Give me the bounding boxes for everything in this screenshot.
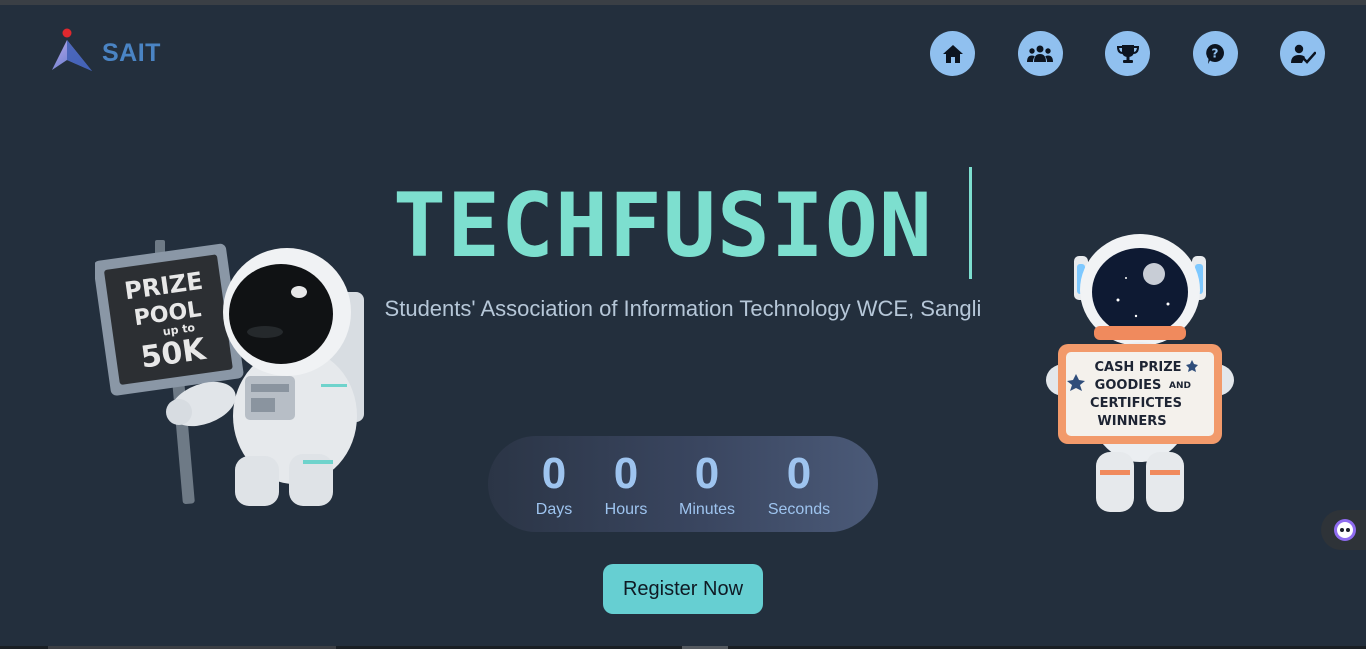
site-logo[interactable]: SAIT bbox=[50, 28, 161, 74]
countdown-seconds: 0 Seconds bbox=[764, 448, 834, 520]
countdown-minutes-value: 0 bbox=[694, 449, 720, 498]
astronaut-prize-pool-illustration: PRIZE POOL up to 50K bbox=[95, 240, 364, 506]
hero-title: TECHFUSION bbox=[393, 174, 933, 277]
sign-line-cash-prize: CASH PRIZE bbox=[1094, 360, 1181, 375]
hero-subtitle: Students' Association of Information Tec… bbox=[384, 296, 982, 321]
sign-line-certificates: CERTIFICTES bbox=[1090, 396, 1182, 411]
countdown-seconds-label: Seconds bbox=[767, 501, 831, 518]
countdown-minutes-label: Minutes bbox=[678, 501, 736, 518]
logo-text: SAIT bbox=[102, 38, 161, 67]
trophy-icon bbox=[1116, 44, 1139, 63]
countdown-days-label: Days bbox=[535, 501, 573, 518]
svg-text:?: ? bbox=[1212, 46, 1219, 60]
countdown-hours: 0 Hours bbox=[601, 448, 651, 520]
sign-line-and: AND bbox=[1169, 381, 1191, 391]
sait-logo-icon bbox=[52, 28, 92, 71]
countdown-hours-label: Hours bbox=[604, 501, 648, 518]
team-icon bbox=[1027, 45, 1053, 62]
astronaut-cash-prize-illustration: CASH PRIZE GOODIES AND CERTIFICTES WINNE… bbox=[1046, 234, 1234, 512]
countdown-seconds-value: 0 bbox=[786, 449, 812, 498]
countdown-days-value: 0 bbox=[541, 449, 567, 498]
countdown-days: 0 Days bbox=[534, 448, 574, 520]
sign-line-goodies: GOODIES bbox=[1095, 378, 1162, 393]
countdown-minutes: 0 Minutes bbox=[675, 448, 739, 520]
window-top-border bbox=[0, 0, 1366, 5]
chat-widget-button[interactable] bbox=[1321, 510, 1366, 550]
home-icon bbox=[942, 44, 963, 63]
register-user-icon bbox=[1290, 44, 1316, 64]
sign-line-winners: WINNERS bbox=[1097, 414, 1166, 429]
top-nav: ? bbox=[930, 31, 1325, 76]
nav-team-button[interactable] bbox=[1017, 31, 1063, 76]
nav-home-button[interactable] bbox=[930, 31, 975, 76]
nav-register-button[interactable] bbox=[1280, 31, 1325, 76]
countdown-hours-value: 0 bbox=[613, 449, 639, 498]
nav-faq-button[interactable]: ? bbox=[1192, 31, 1238, 76]
chatbot-icon bbox=[1334, 519, 1356, 541]
help-icon: ? bbox=[1206, 43, 1224, 64]
register-now-button[interactable]: Register Now bbox=[603, 564, 763, 614]
typing-caret bbox=[969, 167, 972, 279]
countdown-timer: 0 Days 0 Hours 0 Minutes 0 Seconds bbox=[488, 436, 878, 532]
nav-prizes-button[interactable] bbox=[1105, 31, 1150, 76]
